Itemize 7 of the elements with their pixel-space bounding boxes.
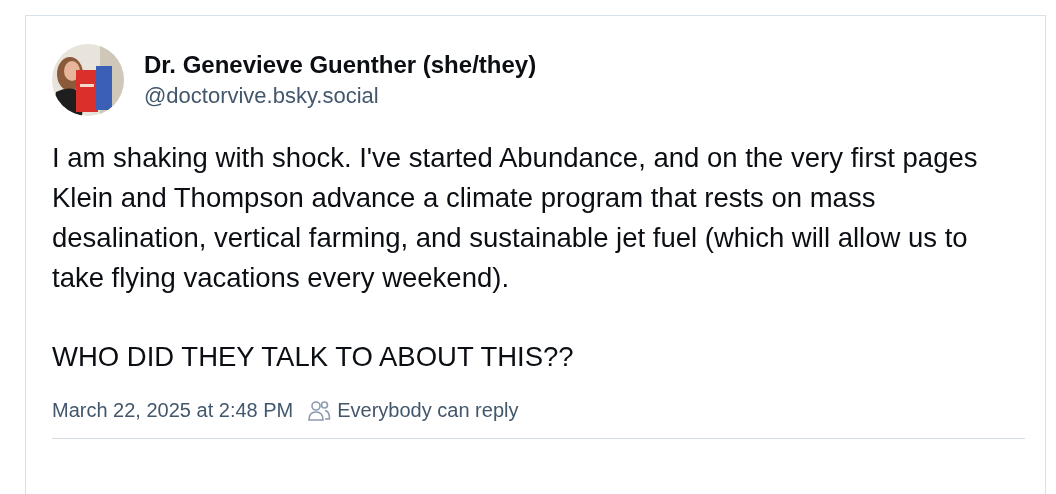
people-icon [307,399,332,422]
post-text: WHO DID THEY TALK TO ABOUT THIS?? [52,340,575,374]
post-text: I am shaking with shock. I've started Abundance, and on the very first pages Klein and Thompson advance a climate program that rests on mass desalination, vertical farming, and sustainable jet fuel (which will allow us to take flying vacations every weekend). [52,141,979,295]
reply-setting[interactable]: Everybody can reply [337,399,519,422]
author-name[interactable]: Dr. Genevieve Guenther (she/they) [144,51,537,79]
post-timestamp[interactable]: March 22, 2025 at 2:48 PM [52,399,294,422]
author-handle[interactable]: @doctorvive.bsky.social [144,83,537,109]
